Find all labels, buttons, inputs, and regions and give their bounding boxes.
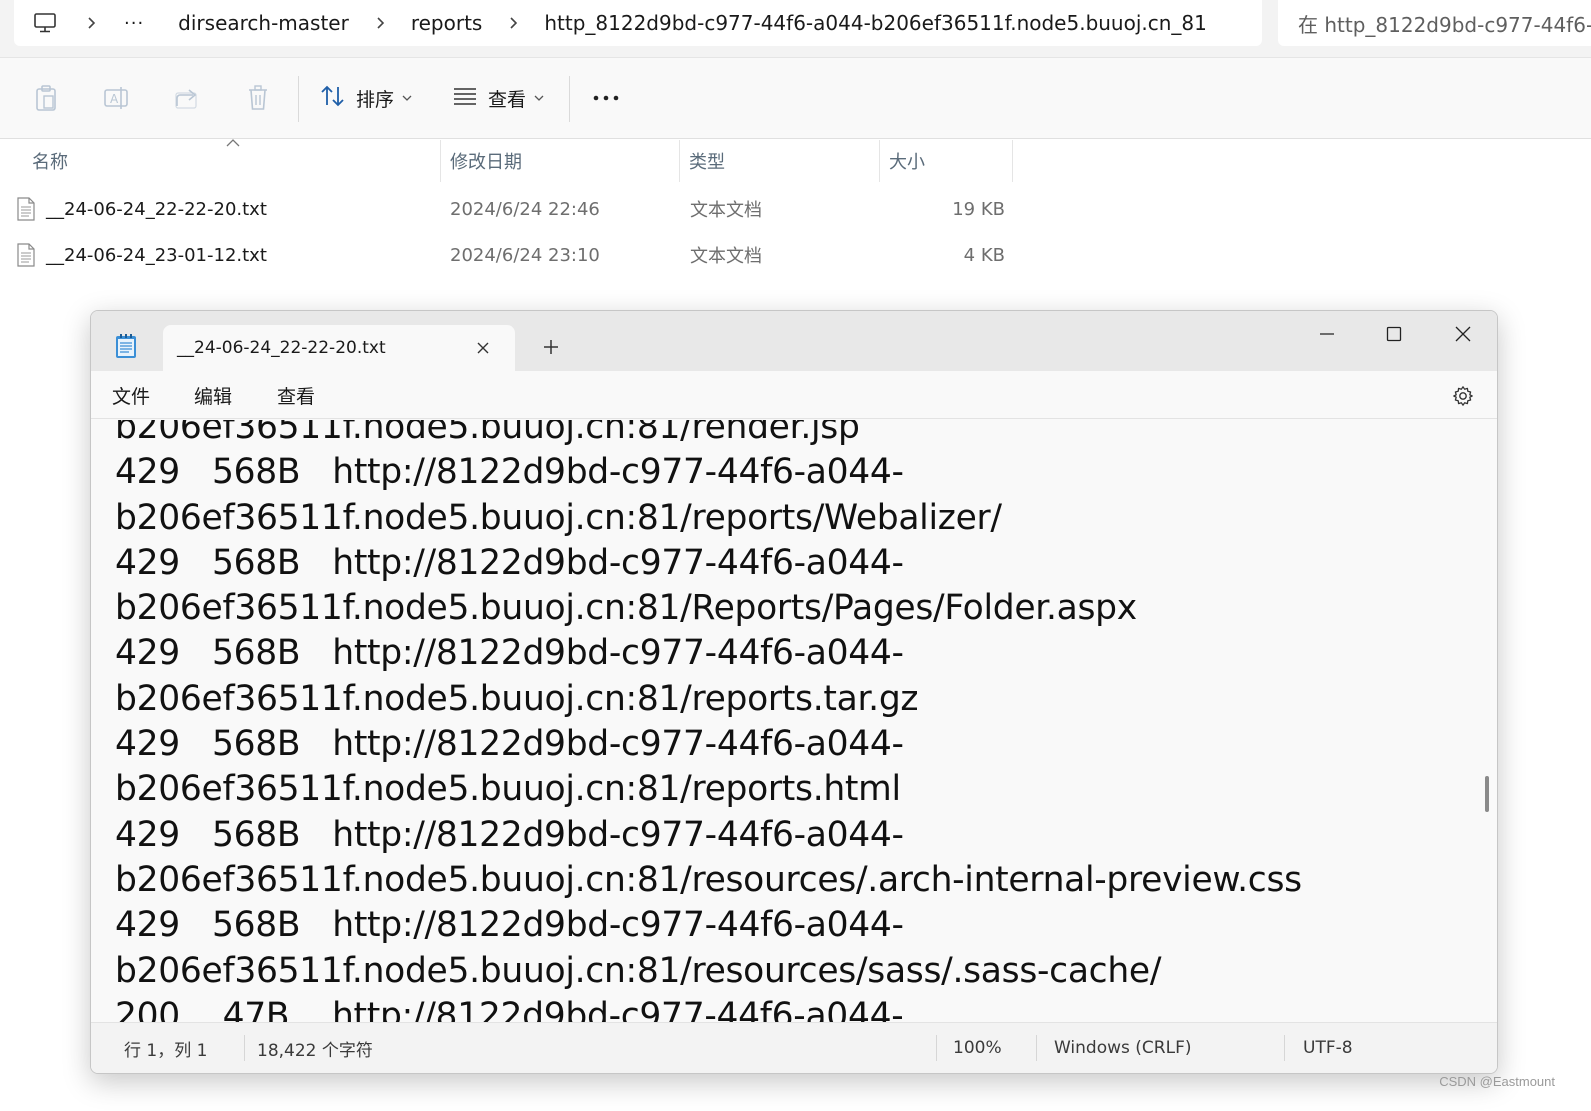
text-line: b206ef36511f.node5.buuoj.cn:81/resources… [115,859,1302,900]
toolbar-divider [298,76,299,122]
watermark: CSDN @Eastmount [1439,1074,1555,1089]
breadcrumb-overflow-button[interactable]: ··· [124,13,144,34]
column-header-name[interactable]: 名称 [32,140,68,182]
file-size: 19 KB [952,198,1005,220]
file-type: 文本文档 [690,200,762,221]
command-bar: A 排序 查看 [0,57,1591,139]
gear-icon[interactable] [1451,384,1475,408]
editor-content: b206ef36511f.node5.buuoj.cn:81/render.js… [115,420,1302,1024]
minimize-icon[interactable] [1312,319,1342,349]
chevron-right-icon[interactable] [82,16,100,30]
file-name: __24-06-24_23-01-12.txt [46,244,267,266]
text-line: b206ef36511f.node5.buuoj.cn:81/reports.h… [115,769,901,810]
text-line: 429 568B http://8122d9bd-c977-44f6-a044- [115,633,904,674]
text-line: 429 568B http://8122d9bd-c977-44f6-a044- [115,814,904,855]
chevron-down-icon [402,92,412,105]
status-divider [1284,1035,1285,1061]
column-header-size[interactable]: 大小 [889,140,925,182]
text-file-icon [16,232,38,278]
maximize-icon[interactable] [1379,319,1409,349]
svg-text:A: A [110,92,119,106]
breadcrumb[interactable]: ··· dirsearch-master reports http_8122d9… [14,0,1262,46]
sort-label: 排序 [356,88,395,111]
sort-ascending-icon [226,139,240,147]
view-label: 查看 [488,88,527,111]
text-line: b206ef36511f.node5.buuoj.cn:81/Reports/P… [115,588,1137,629]
chevron-right-icon[interactable] [371,16,389,30]
text-line: 429 568B http://8122d9bd-c977-44f6-a044- [115,542,904,583]
view-button[interactable]: 查看 [452,80,544,116]
column-divider[interactable] [879,140,880,182]
more-options-icon[interactable] [588,80,624,116]
status-bar: 行 1，列 1 18,422 个字符 100% Windows (CRLF) U… [91,1022,1497,1073]
column-header-type[interactable]: 类型 [689,140,725,182]
tab-title: __24-06-24_22-22-20.txt [177,338,386,358]
vertical-scrollbar-thumb[interactable] [1485,776,1489,812]
text-editor[interactable]: b206ef36511f.node5.buuoj.cn:81/render.js… [91,420,1497,1024]
share-icon[interactable] [169,80,205,116]
sort-button[interactable]: 排序 [320,80,412,116]
view-list-icon [452,86,478,111]
breadcrumb-item-current-folder[interactable]: http_8122d9bd-c977-44f6-a044-b206ef36511… [544,11,1207,35]
text-line: 429 568B http://8122d9bd-c977-44f6-a044- [115,905,904,946]
column-divider[interactable] [679,140,680,182]
status-divider [244,1035,245,1061]
file-size: 4 KB [963,244,1005,266]
breadcrumb-item-reports[interactable]: reports [411,11,483,35]
chevron-down-icon [534,92,544,105]
text-line: b206ef36511f.node5.buuoj.cn:81/resources… [115,950,1162,991]
status-divider [936,1035,937,1061]
text-line: b206ef36511f.node5.buuoj.cn:81/render.js… [115,420,860,447]
notepad-menubar: 文件 编辑 查看 [91,371,1497,419]
text-line: 200 47B http://8122d9bd-c977-44f6-a044- [115,995,904,1024]
paste-icon[interactable] [28,80,64,116]
menu-edit[interactable]: 编辑 [194,371,232,419]
breadcrumb-item-dirsearch[interactable]: dirsearch-master [178,11,349,35]
chevron-right-icon[interactable] [504,16,522,30]
cursor-position[interactable]: 行 1，列 1 [124,1023,207,1073]
menu-view[interactable]: 查看 [277,371,315,419]
new-tab-icon[interactable] [539,335,563,359]
menu-file[interactable]: 文件 [112,371,150,419]
text-line: b206ef36511f.node5.buuoj.cn:81/reports/W… [115,497,1002,538]
character-count: 18,422 个字符 [257,1040,373,1061]
toolbar-divider [569,76,570,122]
file-name: __24-06-24_22-22-20.txt [46,198,267,220]
close-tab-icon[interactable] [473,338,493,358]
text-file-icon [16,186,38,232]
this-pc-icon[interactable] [30,8,60,38]
delete-icon[interactable] [240,80,276,116]
rename-icon[interactable]: A [98,80,134,116]
zoom-level[interactable]: 100% [953,1023,1002,1073]
notepad-app-icon [115,333,137,359]
status-divider [1036,1035,1037,1061]
file-date: 2024/6/24 22:46 [450,198,600,220]
encoding[interactable]: UTF-8 [1303,1023,1353,1073]
column-header-date[interactable]: 修改日期 [450,140,522,182]
file-row[interactable]: __24-06-24_23-01-12.txt 2024/6/24 23:10 … [0,232,1020,278]
notepad-window: __24-06-24_22-22-20.txt 文件 编辑 查看 b206ef3… [90,310,1498,1074]
text-line: 429 568B http://8122d9bd-c977-44f6-a044- [115,724,904,765]
column-divider[interactable] [440,140,441,182]
file-row[interactable]: __24-06-24_22-22-20.txt 2024/6/24 22:46 … [0,186,1020,232]
sort-icon [320,84,346,113]
text-line: 429 568B http://8122d9bd-c977-44f6-a044- [115,452,904,493]
tab-document[interactable]: __24-06-24_22-22-20.txt [163,325,515,373]
close-window-icon[interactable] [1448,319,1478,349]
file-date: 2024/6/24 23:10 [450,244,600,266]
line-ending[interactable]: Windows (CRLF) [1054,1023,1192,1073]
file-type: 文本文档 [690,246,762,267]
text-line: b206ef36511f.node5.buuoj.cn:81/reports.t… [115,678,919,719]
notepad-titlebar[interactable]: __24-06-24_22-22-20.txt [91,311,1497,373]
search-input[interactable]: 在 http_8122d9bd-c977-44f6-a044-b206ef365… [1278,0,1591,46]
address-bar-region: ··· dirsearch-master reports http_8122d9… [0,0,1591,57]
column-divider[interactable] [1012,140,1013,182]
